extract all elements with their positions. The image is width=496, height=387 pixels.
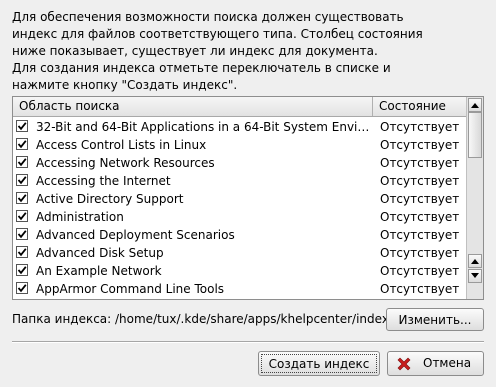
index-checkbox[interactable] [16, 210, 28, 222]
list-item[interactable]: 32-Bit and 64-Bit Applications in a 64-B… [13, 118, 466, 136]
list-item-name: AppArmor Command Line Tools [36, 282, 225, 296]
arrow-down-icon [471, 273, 479, 278]
intro-line: Для обеспечения возможности поиска долже… [12, 10, 404, 24]
check-icon [17, 158, 27, 167]
index-checkbox[interactable] [16, 282, 28, 294]
scroll-up-button[interactable] [468, 98, 482, 112]
check-icon [17, 212, 27, 221]
index-checkbox[interactable] [16, 228, 28, 240]
list-item-name: Active Directory Support [36, 192, 184, 206]
list-item[interactable]: Advanced Deployment Scenarios Отсутствует [13, 226, 466, 244]
index-checkbox[interactable] [16, 156, 28, 168]
list-item[interactable]: Accessing the Internet Отсутствует [13, 172, 466, 190]
list-item[interactable]: Advanced Disk Setup Отсутствует [13, 244, 466, 262]
index-checkbox[interactable] [16, 264, 28, 276]
intro-line: ниже показывает, существует ли индекс дл… [12, 44, 378, 58]
list-item-status: Отсутствует [380, 174, 460, 188]
arrow-up-icon [471, 103, 479, 108]
build-index-dialog: Для обеспечения возможности поиска долже… [0, 0, 496, 387]
list-item-status: Отсутствует [380, 138, 460, 152]
list-item-name: 32-Bit and 64-Bit Applications in a 64-B… [36, 120, 374, 134]
list-header: Область поиска Состояние [13, 97, 466, 117]
cancel-button[interactable]: Отмена [387, 351, 484, 376]
index-checkbox[interactable] [16, 138, 28, 150]
arrow-up-icon [471, 259, 479, 264]
list-item-status: Отсутствует [380, 246, 460, 260]
list-item-status: Отсутствует [380, 210, 460, 224]
scroll-up-button-secondary[interactable] [468, 254, 482, 268]
list-item-name: Access Control Lists in Linux [36, 138, 207, 152]
check-icon [17, 230, 27, 239]
index-folder-path: /home/tux/.kde/share/apps/khelpcenter/in… [115, 312, 393, 326]
cancel-button-label: Отмена [423, 356, 472, 370]
list-item[interactable]: An Example Network Отсутствует [13, 262, 466, 280]
column-header-state[interactable]: Состояние [373, 97, 466, 116]
index-checkbox[interactable] [16, 192, 28, 204]
list-rows: 32-Bit and 64-Bit Applications in a 64-B… [13, 118, 466, 298]
column-header-search-area[interactable]: Область поиска [13, 97, 373, 116]
index-checkbox[interactable] [16, 246, 28, 258]
list-item[interactable]: AppArmor Command Line Tools Отсутствует [13, 280, 466, 298]
list-item[interactable]: Accessing Network Resources Отсутствует [13, 154, 466, 172]
list-item-name: Advanced Disk Setup [36, 246, 164, 260]
list-item-status: Отсутствует [380, 282, 460, 296]
index-checkbox[interactable] [16, 174, 28, 186]
vertical-scrollbar[interactable] [466, 97, 483, 299]
list-item-status: Отсутствует [380, 156, 460, 170]
scroll-down-button[interactable] [468, 269, 482, 283]
check-icon [17, 176, 27, 185]
index-folder-label: Папка индекса: [12, 312, 112, 326]
check-icon [17, 248, 27, 257]
list-item-name: Accessing Network Resources [36, 156, 215, 170]
list-item-name: An Example Network [36, 264, 162, 278]
index-checkbox[interactable] [16, 120, 28, 132]
list-item[interactable]: Administration Отсутствует [13, 208, 466, 226]
list-item-status: Отсутствует [380, 192, 460, 206]
divider [12, 341, 484, 343]
list-item-status: Отсутствует [380, 228, 460, 242]
search-scope-list[interactable]: Область поиска Состояние 32-Bit and 64-B… [12, 96, 484, 300]
check-icon [17, 284, 27, 293]
list-item-status: Отсутствует [380, 264, 460, 278]
check-icon [17, 266, 27, 275]
list-item-name: Administration [36, 210, 124, 224]
list-item[interactable]: Active Directory Support Отсутствует [13, 190, 466, 208]
intro-text: Для обеспечения возможности поиска долже… [12, 9, 482, 94]
check-icon [17, 122, 27, 131]
list-item-status: Отсутствует [380, 120, 460, 134]
intro-line: индекс для файлов соответствующего типа.… [12, 27, 423, 41]
list-item-name: Advanced Deployment Scenarios [36, 228, 235, 242]
check-icon [17, 140, 27, 149]
intro-line: нажмите кнопку "Создать индекс". [12, 78, 238, 92]
change-folder-button[interactable]: Изменить... [386, 308, 484, 331]
list-item-name: Accessing the Internet [36, 174, 171, 188]
create-index-button[interactable]: Создать индекс [258, 351, 380, 376]
scrollbar-thumb[interactable] [468, 112, 482, 158]
check-icon [17, 194, 27, 203]
intro-line: Для создания индекса отметьте переключат… [12, 61, 391, 75]
list-item[interactable]: Access Control Lists in Linux Отсутствует [13, 136, 466, 154]
close-x-icon [397, 357, 411, 371]
